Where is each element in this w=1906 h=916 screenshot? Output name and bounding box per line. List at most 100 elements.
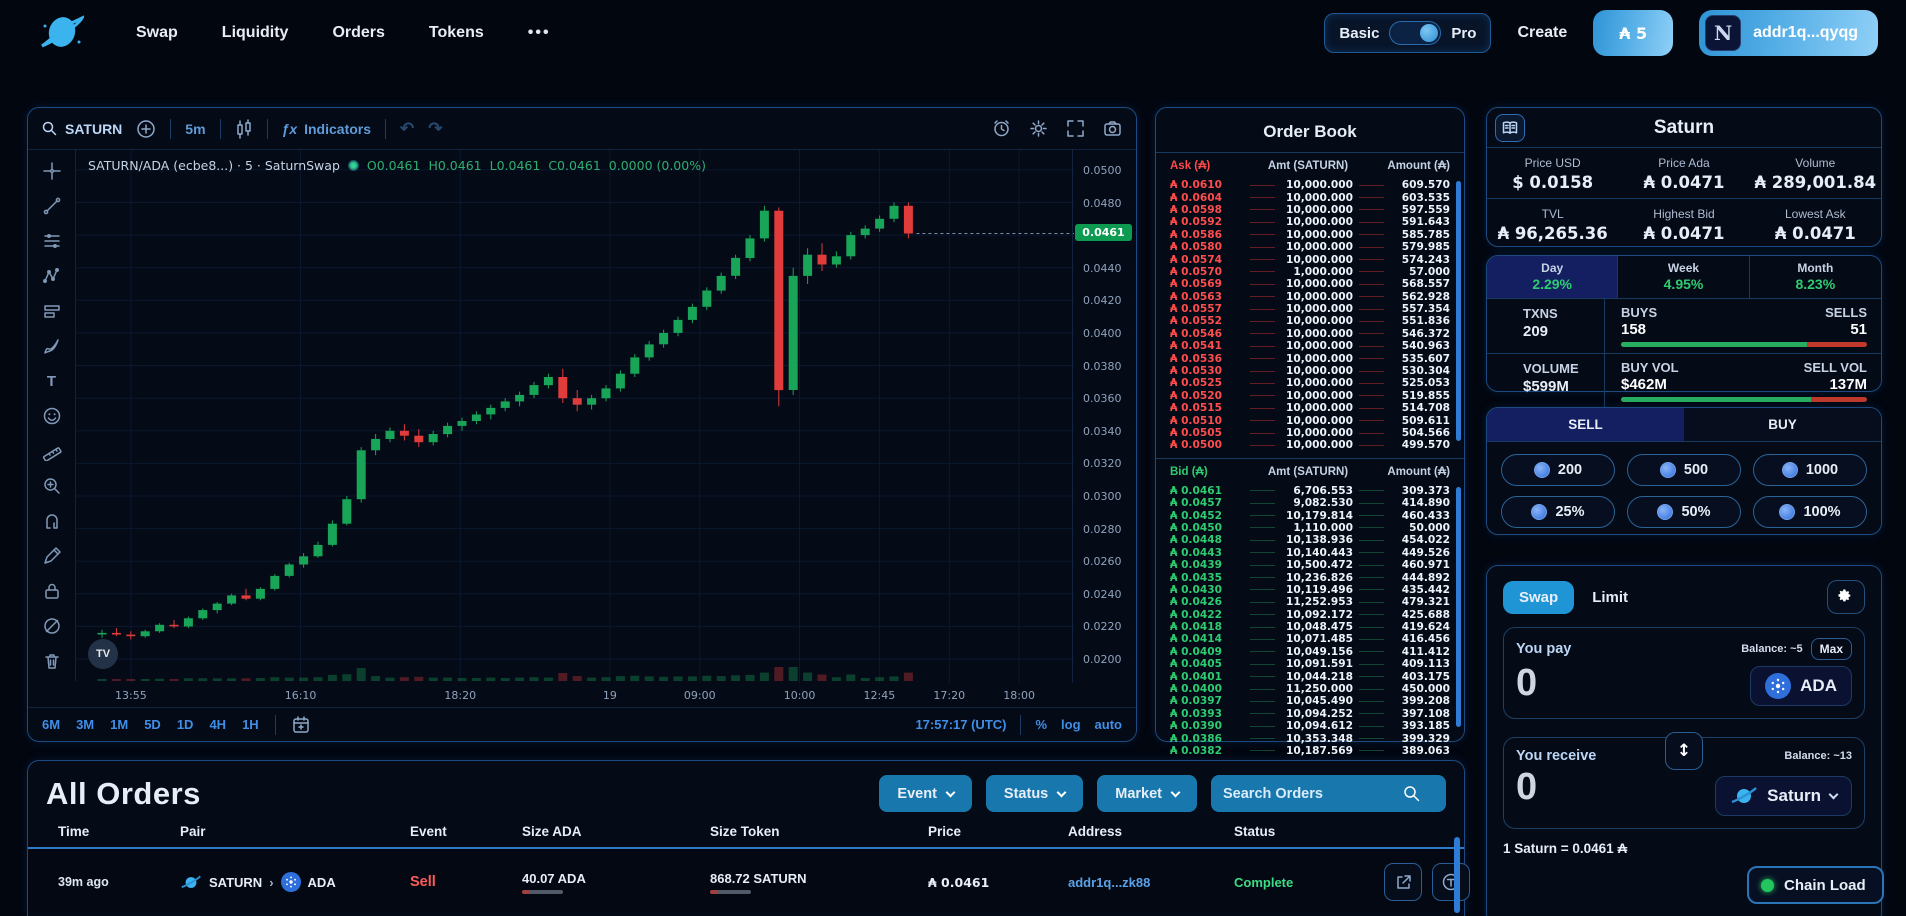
magnet-icon[interactable] bbox=[41, 510, 63, 532]
chart-plot-area[interactable]: SATURN/ADA (ecbe8...) · 5 · SaturnSwap O… bbox=[76, 150, 1074, 683]
bid-row[interactable]: ₳ 0.0390 10,094.612 393.185 bbox=[1170, 720, 1450, 732]
scale-auto[interactable]: auto bbox=[1095, 717, 1122, 732]
saturn-logo[interactable] bbox=[38, 12, 84, 54]
bid-row[interactable]: ₳ 0.0401 10,044.218 403.175 bbox=[1170, 670, 1450, 682]
position-tool-icon[interactable] bbox=[41, 300, 63, 322]
tab-swap[interactable]: Swap bbox=[1503, 581, 1574, 614]
bid-row[interactable]: ₳ 0.0382 10,187.569 389.063 bbox=[1170, 745, 1450, 757]
range-1h[interactable]: 1H bbox=[242, 717, 259, 732]
search-orders-input[interactable] bbox=[1223, 786, 1403, 802]
fib-retracement-icon[interactable] bbox=[41, 230, 63, 252]
ask-row[interactable]: ₳ 0.0546 10,000.000 546.372 bbox=[1170, 328, 1450, 340]
ask-row[interactable]: ₳ 0.0574 10,000.000 574.243 bbox=[1170, 253, 1450, 265]
bid-row[interactable]: ₳ 0.0386 10,353.348 399.329 bbox=[1170, 732, 1450, 744]
drawing-mode-icon[interactable] bbox=[41, 545, 63, 567]
range-4h[interactable]: 4H bbox=[209, 717, 226, 732]
fullscreen-icon[interactable] bbox=[1066, 119, 1085, 138]
ask-list[interactable]: ₳ 0.0610 10,000.000 609.570₳ 0.0604 10,0… bbox=[1156, 177, 1464, 452]
bid-row[interactable]: ₳ 0.0461 6,706.553 309.373 bbox=[1170, 485, 1450, 497]
bid-row[interactable]: ₳ 0.0409 10,049.156 411.412 bbox=[1170, 646, 1450, 658]
wallet-button[interactable]: N addr1q...qyqg bbox=[1699, 10, 1878, 56]
basic-pro-toggle[interactable]: Basic Pro bbox=[1324, 13, 1491, 53]
range-5d[interactable]: 5D bbox=[144, 717, 161, 732]
period-week[interactable]: Week4.95% bbox=[1618, 256, 1749, 298]
range-1d[interactable]: 1D bbox=[177, 717, 194, 732]
emoji-tool-icon[interactable] bbox=[41, 405, 63, 427]
tab-buy[interactable]: BUY bbox=[1684, 408, 1881, 441]
amount-button-50pct[interactable]: 50% bbox=[1627, 496, 1741, 528]
ask-row[interactable]: ₳ 0.0610 10,000.000 609.570 bbox=[1170, 179, 1450, 191]
tab-limit[interactable]: Limit bbox=[1592, 589, 1628, 606]
bid-row[interactable]: ₳ 0.0397 10,045.490 399.208 bbox=[1170, 695, 1450, 707]
ask-row[interactable]: ₳ 0.0530 10,000.000 530.304 bbox=[1170, 365, 1450, 377]
hide-drawings-icon[interactable] bbox=[41, 615, 63, 637]
tradingview-logo[interactable]: TV bbox=[88, 639, 118, 669]
pay-token-selector[interactable]: ADA bbox=[1750, 666, 1852, 706]
price-axis[interactable]: 0.05000.04800.04600.04400.04200.04000.03… bbox=[1072, 150, 1136, 683]
zoom-in-icon[interactable] bbox=[41, 475, 63, 497]
remove-drawings-icon[interactable] bbox=[41, 650, 63, 672]
ask-scrollbar[interactable] bbox=[1456, 181, 1461, 441]
ask-row[interactable]: ₳ 0.0569 10,000.000 568.557 bbox=[1170, 278, 1450, 290]
nav-item-tokens[interactable]: Tokens bbox=[429, 24, 484, 42]
go-to-date-icon[interactable] bbox=[292, 716, 310, 734]
bid-row[interactable]: ₳ 0.0457 9,082.530 414.890 bbox=[1170, 497, 1450, 509]
alert-icon[interactable] bbox=[992, 119, 1011, 138]
brush-icon[interactable] bbox=[41, 335, 63, 357]
nav-more-menu[interactable]: ••• bbox=[528, 24, 551, 42]
nav-item-swap[interactable]: Swap bbox=[136, 24, 178, 42]
order-row[interactable]: 39m ago SATURN › ADA Sell 40.07 ADA 868.… bbox=[28, 849, 1464, 911]
scale-log[interactable]: log bbox=[1061, 717, 1081, 732]
amount-button-1000[interactable]: 1000 bbox=[1753, 454, 1867, 486]
bid-row[interactable]: ₳ 0.0448 10,138.936 454.022 bbox=[1170, 534, 1450, 546]
bid-row[interactable]: ₳ 0.0405 10,091.591 409.113 bbox=[1170, 658, 1450, 670]
chain-load-badge[interactable]: Chain Load bbox=[1747, 866, 1884, 904]
bid-row[interactable]: ₳ 0.0414 10,071.485 416.456 bbox=[1170, 633, 1450, 645]
status-filter[interactable]: Status bbox=[986, 775, 1083, 812]
ask-row[interactable]: ₳ 0.0541 10,000.000 540.963 bbox=[1170, 340, 1450, 352]
bid-row[interactable]: ₳ 0.0450 1,110.000 50.000 bbox=[1170, 522, 1450, 534]
bid-row[interactable]: ₳ 0.0435 10,236.826 444.892 bbox=[1170, 571, 1450, 583]
mode-toggle-track[interactable] bbox=[1389, 21, 1441, 45]
indicators-button[interactable]: ƒx Indicators bbox=[282, 121, 371, 137]
taptools-button[interactable] bbox=[1432, 863, 1470, 901]
orders-scrollbar[interactable] bbox=[1454, 837, 1460, 913]
interval-button[interactable]: 5m bbox=[185, 121, 205, 137]
create-button[interactable]: Create bbox=[1517, 24, 1567, 42]
amount-button-100pct[interactable]: 100% bbox=[1753, 496, 1867, 528]
crosshair-icon[interactable] bbox=[41, 160, 63, 182]
ask-row[interactable]: ₳ 0.0586 10,000.000 585.785 bbox=[1170, 229, 1450, 241]
clock-utc[interactable]: 17:57:17 (UTC) bbox=[915, 717, 1006, 732]
bid-row[interactable]: ₳ 0.0400 11,250.000 450.000 bbox=[1170, 683, 1450, 695]
ask-row[interactable]: ₳ 0.0598 10,000.000 597.559 bbox=[1170, 204, 1450, 216]
swap-settings-icon[interactable] bbox=[1827, 580, 1865, 614]
symbol-search[interactable]: SATURN bbox=[42, 121, 122, 137]
ask-row[interactable]: ₳ 0.0525 10,000.000 525.053 bbox=[1170, 377, 1450, 389]
order-address[interactable]: addr1q...zk88 bbox=[1068, 875, 1234, 890]
ask-row[interactable]: ₳ 0.0552 10,000.000 551.836 bbox=[1170, 315, 1450, 327]
trend-line-icon[interactable] bbox=[41, 195, 63, 217]
event-filter[interactable]: Event bbox=[879, 775, 972, 812]
ask-row[interactable]: ₳ 0.0515 10,000.000 514.708 bbox=[1170, 402, 1450, 414]
candle-style-icon[interactable] bbox=[235, 119, 253, 139]
token-docs-icon[interactable] bbox=[1495, 114, 1525, 142]
swap-direction-button[interactable]: ↕ bbox=[1665, 732, 1703, 770]
pattern-xabcd-icon[interactable] bbox=[41, 265, 63, 287]
ask-row[interactable]: ₳ 0.0580 10,000.000 579.985 bbox=[1170, 241, 1450, 253]
bid-scrollbar[interactable] bbox=[1456, 487, 1461, 727]
amount-button-500[interactable]: 500 bbox=[1627, 454, 1741, 486]
scale-%[interactable]: % bbox=[1035, 717, 1047, 732]
market-filter[interactable]: Market bbox=[1097, 775, 1197, 812]
ask-row[interactable]: ₳ 0.0505 10,000.000 504.566 bbox=[1170, 427, 1450, 439]
redo-icon[interactable]: ↷ bbox=[428, 119, 442, 139]
measure-icon[interactable] bbox=[41, 440, 63, 462]
range-3m[interactable]: 3M bbox=[76, 717, 94, 732]
text-tool-icon[interactable]: T bbox=[41, 370, 63, 392]
ask-row[interactable]: ₳ 0.0500 10,000.000 499.570 bbox=[1170, 439, 1450, 451]
receive-token-selector[interactable]: Saturn bbox=[1715, 776, 1852, 816]
time-axis[interactable]: 13:5516:1018:201909:0010:0012:4517:2018:… bbox=[76, 683, 1074, 709]
bid-row[interactable]: ₳ 0.0452 10,179.814 460.433 bbox=[1170, 509, 1450, 521]
ask-row[interactable]: ₳ 0.0520 10,000.000 519.855 bbox=[1170, 390, 1450, 402]
max-button[interactable]: Max bbox=[1811, 638, 1852, 660]
ask-row[interactable]: ₳ 0.0592 10,000.000 591.643 bbox=[1170, 216, 1450, 228]
